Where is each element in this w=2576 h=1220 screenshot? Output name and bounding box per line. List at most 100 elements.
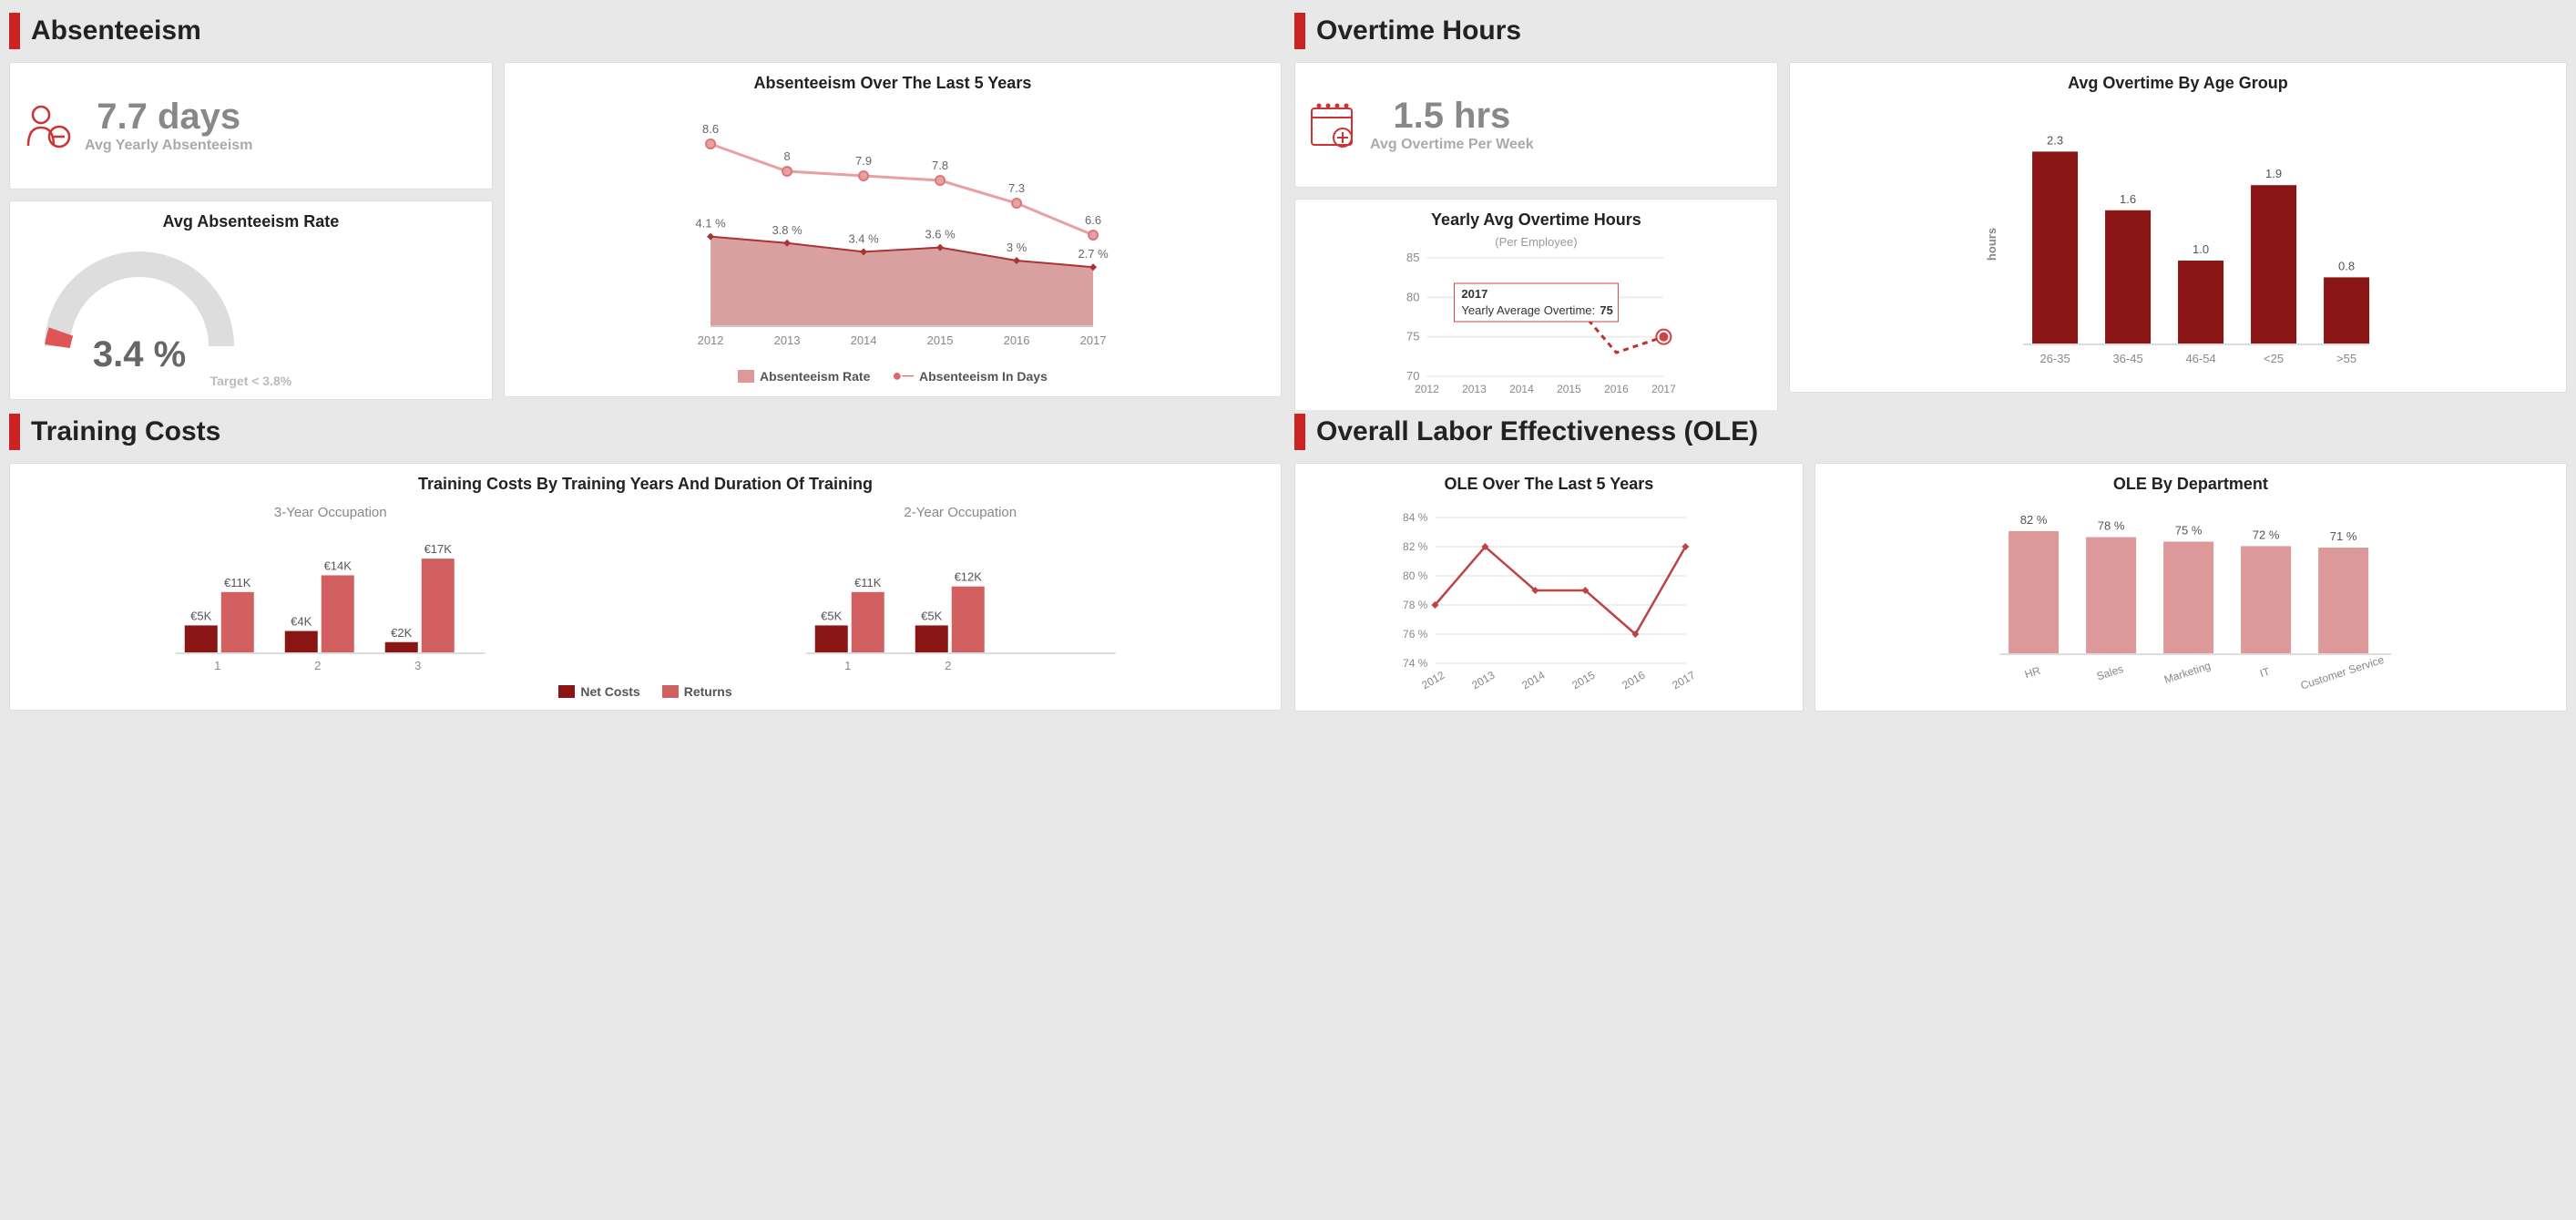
svg-text:84 %: 84 % (1403, 511, 1428, 524)
svg-text:8.6: 8.6 (702, 122, 719, 136)
gauge-chart: 3.4 % (21, 237, 258, 374)
svg-text:Customer Service: Customer Service (2299, 653, 2386, 692)
chart-title: Avg Overtime By Age Group (1801, 74, 2555, 93)
svg-text:1: 1 (844, 659, 851, 672)
training-3yr-chart: €5K€11K1€4K€14K2€2K€17K3 (21, 526, 640, 681)
person-minus-icon (21, 100, 72, 151)
section-title: Absenteeism (31, 15, 201, 46)
svg-text:€12K: €12K (954, 570, 982, 584)
kpi-value: 1.5 hrs (1370, 96, 1534, 137)
svg-text:2012: 2012 (1415, 383, 1439, 395)
svg-text:0.8: 0.8 (2338, 259, 2355, 272)
svg-text:2017: 2017 (1079, 333, 1106, 347)
svg-text:7.3: 7.3 (1008, 181, 1025, 195)
svg-text:2016: 2016 (1620, 669, 1647, 692)
chart-subtitle: (Per Employee) (1306, 235, 1766, 249)
svg-text:2014: 2014 (1519, 669, 1547, 692)
svg-text:€5K: €5K (190, 609, 211, 622)
svg-text:€11K: €11K (224, 576, 251, 589)
legend: Net Costs Returns (21, 684, 1270, 699)
svg-text:2013: 2013 (1462, 383, 1487, 395)
svg-text:2013: 2013 (1469, 669, 1497, 692)
svg-text:2017: 2017 (1670, 669, 1697, 692)
svg-text:7.8: 7.8 (932, 159, 948, 172)
svg-text:78 %: 78 % (2098, 519, 2125, 533)
section-header: Overall Labor Effectiveness (OLE) (1294, 410, 2567, 454)
ole-dept-card: OLE By Department 82 %HR78 %Sales75 %Mar… (1814, 463, 2567, 712)
absenteeism-trend-card: Absenteeism Over The Last 5 Years 4.1 %3… (504, 62, 1282, 397)
svg-text:2.3: 2.3 (2047, 133, 2063, 147)
svg-text:€5K: €5K (821, 609, 842, 622)
absenteeism-trend-chart: 4.1 %3.8 %3.4 %3.6 %3 %2.7 %8.687.97.87.… (516, 98, 1270, 363)
accent-bar (9, 414, 20, 450)
absenteeism-panel: Absenteeism 7.7 days Avg Yearly Absentee… (9, 9, 1282, 397)
svg-text:€4K: €4K (291, 615, 312, 629)
svg-text:>55: >55 (2336, 352, 2356, 365)
chart-title: OLE By Department (1826, 475, 2555, 494)
svg-text:2012: 2012 (697, 333, 723, 347)
gauge-target: Target < 3.8% (21, 374, 481, 388)
svg-text:2: 2 (945, 659, 951, 672)
legend-returns: Returns (662, 684, 732, 699)
chart-title: Training Costs By Training Years And Dur… (21, 475, 1270, 494)
overtime-panel: Overtime Hours 1.5 hrs Avg Overtime Per … (1294, 9, 2567, 397)
accent-bar (1294, 13, 1305, 49)
overtime-age-chart: hours2.326-351.636-451.046-541.9<250.8>5… (1801, 98, 2555, 381)
svg-text:2014: 2014 (850, 333, 876, 347)
svg-text:2015: 2015 (926, 333, 953, 347)
svg-text:2016: 2016 (1604, 383, 1629, 395)
training-panel: Training Costs Training Costs By Trainin… (9, 410, 1282, 712)
svg-text:82 %: 82 % (1403, 540, 1428, 553)
gauge-value: 3.4 % (93, 334, 186, 374)
subtitle-3yr: 3-Year Occupation (21, 505, 640, 520)
svg-text:Marketing: Marketing (2162, 659, 2212, 686)
svg-text:1.6: 1.6 (2120, 192, 2136, 206)
svg-text:75 %: 75 % (2175, 523, 2203, 537)
section-title: Overtime Hours (1316, 15, 1521, 46)
accent-bar (1294, 414, 1305, 450)
svg-text:46-54: 46-54 (2185, 352, 2215, 365)
training-2yr-chart: €5K€11K1€5K€12K2 (651, 526, 1271, 681)
svg-text:Sales: Sales (2095, 662, 2125, 683)
svg-text:2017: 2017 (1461, 287, 1487, 301)
svg-text:2012: 2012 (1419, 669, 1446, 692)
svg-text:HR: HR (2023, 664, 2042, 682)
svg-text:2016: 2016 (1003, 333, 1029, 347)
legend-rate: Absenteeism Rate (738, 366, 870, 385)
ole-trend-chart: 74 %76 %78 %80 %82 %84 %2012201320142015… (1306, 499, 1792, 700)
section-header: Absenteeism (9, 9, 1282, 53)
svg-text:78 %: 78 % (1403, 599, 1428, 611)
svg-text:74 %: 74 % (1403, 657, 1428, 670)
svg-text:€2K: €2K (391, 626, 412, 640)
svg-text:6.6: 6.6 (1085, 213, 1101, 227)
svg-text:26-35: 26-35 (2039, 352, 2070, 365)
svg-text:75: 75 (1406, 330, 1419, 343)
svg-text:8: 8 (783, 149, 790, 163)
svg-text:2014: 2014 (1509, 383, 1534, 395)
svg-text:3.4 %: 3.4 % (848, 231, 879, 245)
svg-text:2: 2 (314, 659, 321, 672)
calendar-plus-icon (1306, 99, 1357, 150)
yearly-overtime-chart: 707580852012201320142015201620172017Year… (1306, 249, 1766, 404)
kpi-label: Avg Yearly Absenteeism (85, 138, 252, 154)
svg-text:<25: <25 (2264, 352, 2284, 365)
gauge-card: Avg Absenteeism Rate 3.4 % Target < 3.8% (9, 200, 493, 400)
svg-text:3.6 %: 3.6 % (925, 228, 956, 241)
ole-dept-chart: 82 %HR78 %Sales75 %Marketing72 %IT71 %Cu… (1826, 499, 2555, 700)
svg-text:80: 80 (1406, 290, 1419, 303)
ole-panel: Overall Labor Effectiveness (OLE) OLE Ov… (1294, 410, 2567, 712)
absenteeism-kpi-card: 7.7 days Avg Yearly Absenteeism (9, 62, 493, 190)
subtitle-2yr: 2-Year Occupation (651, 505, 1271, 520)
legend-days: ●─Absenteeism In Days (892, 366, 1047, 385)
yearly-overtime-card: Yearly Avg Overtime Hours (Per Employee)… (1294, 199, 1778, 415)
svg-text:2015: 2015 (1569, 669, 1597, 692)
svg-text:75: 75 (1600, 303, 1612, 317)
section-header: Training Costs (9, 410, 1282, 454)
overtime-kpi-card: 1.5 hrs Avg Overtime Per Week (1294, 62, 1778, 188)
svg-text:80 %: 80 % (1403, 569, 1428, 582)
chart-title: Absenteeism Over The Last 5 Years (516, 74, 1270, 93)
svg-text:3: 3 (414, 659, 421, 672)
svg-text:€17K: €17K (424, 542, 453, 556)
svg-text:70: 70 (1406, 369, 1419, 383)
svg-text:€14K: €14K (324, 559, 353, 572)
